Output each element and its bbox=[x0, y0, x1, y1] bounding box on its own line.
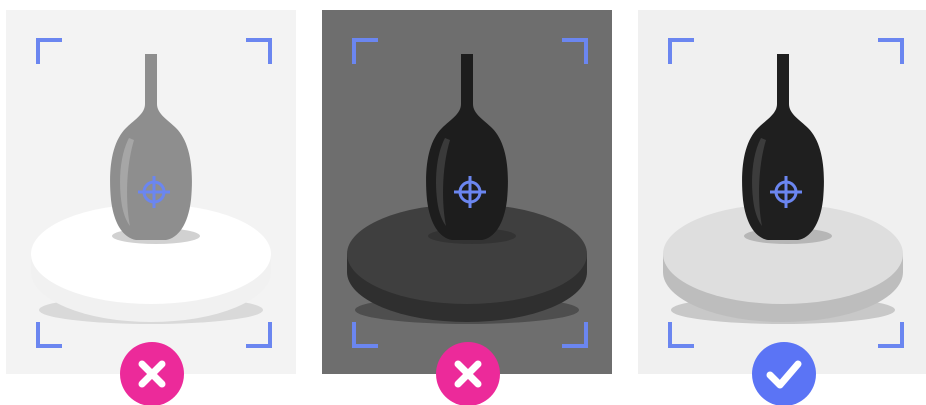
accept-badge bbox=[752, 342, 816, 405]
photo-illustration bbox=[6, 10, 296, 374]
reject-badge bbox=[120, 342, 184, 405]
photo-illustration bbox=[638, 10, 926, 374]
photo-panel-overexposed bbox=[6, 10, 296, 374]
photo-panel-correct-exposure bbox=[638, 10, 926, 374]
photo-panel-underexposed bbox=[322, 10, 612, 374]
exposure-comparison bbox=[0, 0, 926, 405]
reject-badge bbox=[436, 342, 500, 405]
photo-illustration bbox=[322, 10, 612, 374]
